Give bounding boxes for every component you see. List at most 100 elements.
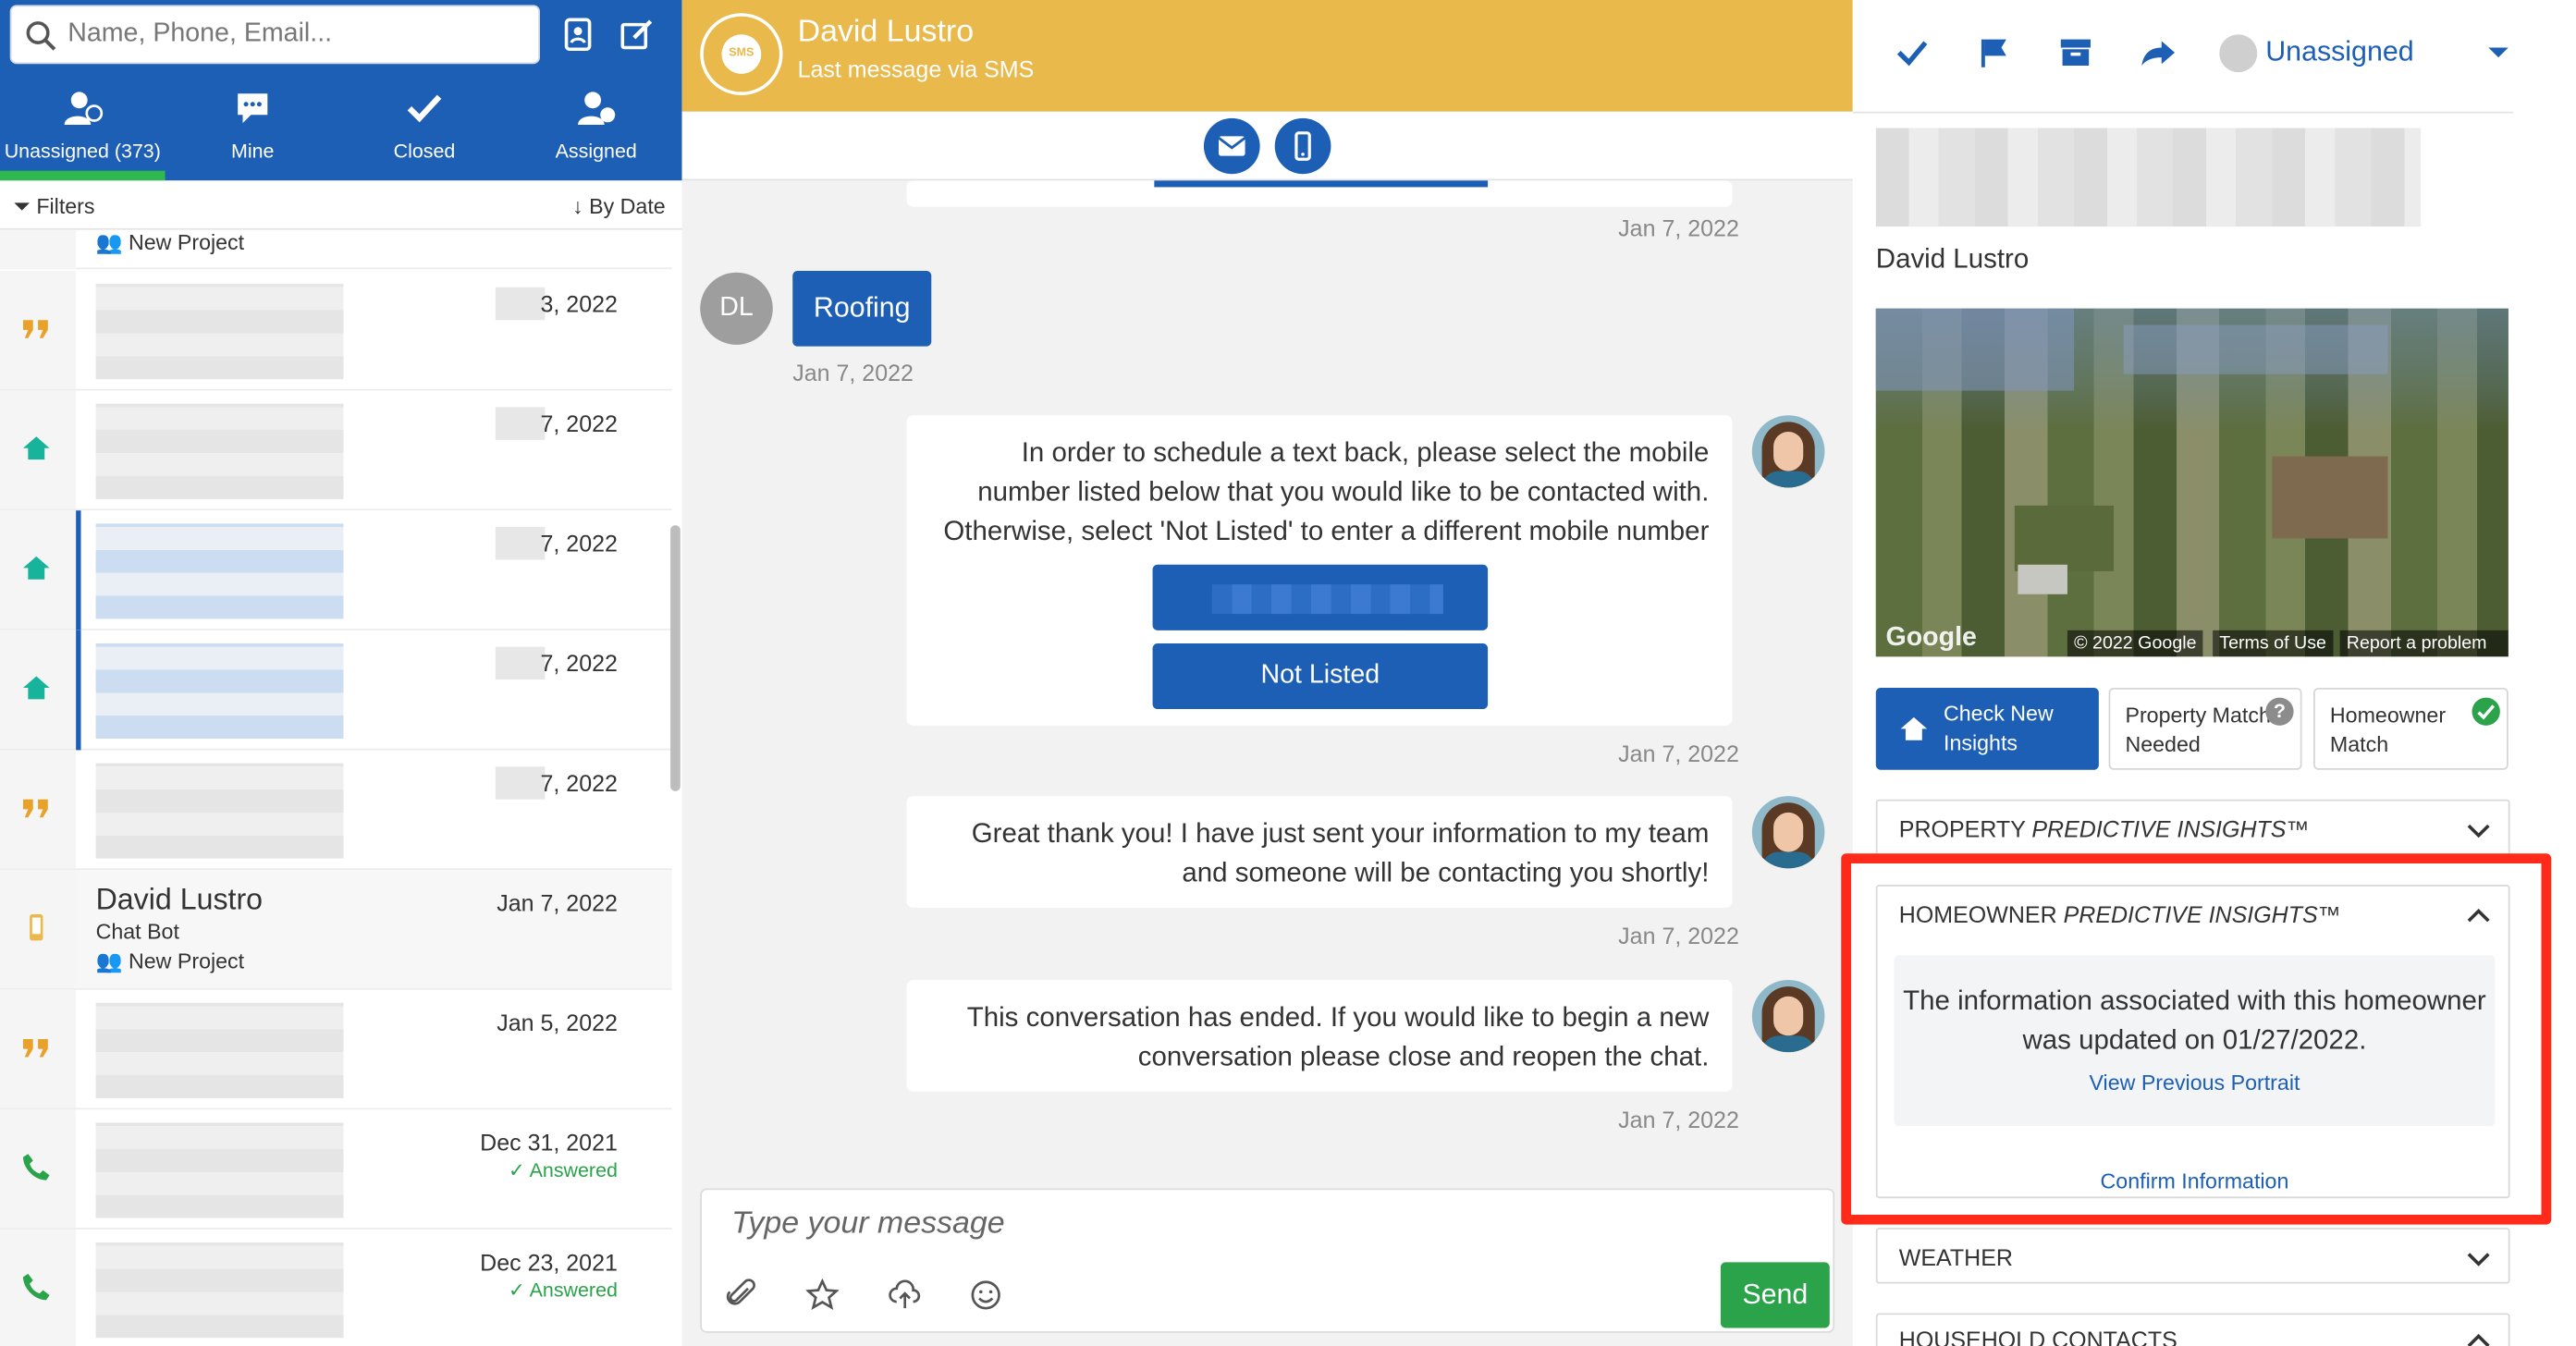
list-item[interactable]: Jan 5, 2022 [0, 989, 672, 1110]
divider [1852, 111, 2514, 114]
avatar [2219, 34, 2258, 73]
redacted-content [95, 1242, 344, 1339]
contact-name: David Lustro [95, 883, 264, 916]
contact-source: Chat Bot [95, 919, 179, 944]
home-icon [23, 676, 50, 700]
redacted-phone-number [1211, 584, 1443, 615]
filters-button[interactable]: ⏷ Filters [13, 194, 94, 220]
list-item-gutter [0, 1109, 77, 1229]
send-button[interactable]: Send [1720, 1262, 1830, 1328]
message-input[interactable]: Type your message [731, 1206, 1004, 1242]
phone-icon [23, 1273, 50, 1301]
check-icon[interactable] [1895, 36, 1929, 69]
property-insights-section[interactable]: PROPERTY PREDICTIVE INSIGHTS™ [1875, 799, 2510, 857]
homeowner-match-button[interactable]: Homeowner Match [2313, 687, 2509, 770]
redacted-content [95, 523, 344, 619]
google-logo: Google [1885, 623, 1977, 652]
channel-switcher [681, 111, 1853, 181]
email-channel-button[interactable] [1203, 117, 1260, 175]
message-composer: Type your message Send [700, 1188, 1835, 1333]
chat-header: SMS David Lustro Last message via SMS [681, 0, 1853, 112]
tab-assigned-label: Assigned [555, 139, 637, 163]
list-item[interactable]: 7, 2022 [0, 390, 672, 511]
redacted-content [495, 526, 546, 560]
conversation-date: Dec 31, 2021 [480, 1129, 618, 1156]
section-title-prefix: HOMEOWNER [1898, 900, 2064, 928]
bot-message-text: Great thank you! I have just sent your i… [971, 819, 1710, 888]
search-icon [26, 21, 56, 51]
redacted-content [95, 763, 344, 859]
mobile-icon [1294, 131, 1311, 161]
list-item-gutter [0, 229, 77, 270]
redacted-content [95, 284, 344, 380]
conversation-date: 7, 2022 [540, 769, 618, 797]
weather-section[interactable]: WEATHER [1875, 1228, 2510, 1284]
section-title: WEATHER [1898, 1243, 2013, 1271]
contact-name: David Lustro [1875, 244, 2030, 275]
bot-message: Great thank you! I have just sent your i… [906, 796, 1733, 908]
tab-unassigned-label: Unassigned (373) [4, 139, 161, 163]
selected-indicator [76, 630, 81, 751]
redacted-content [95, 1002, 344, 1098]
tab-unassigned[interactable]: Unassigned (373) [0, 85, 166, 177]
section-title-prefix: PROPERTY [1898, 815, 2032, 842]
answered-status: ✓ Answered [508, 1158, 618, 1182]
message-bubble [906, 180, 1733, 207]
search-input[interactable]: Name, Phone, Email... [67, 19, 332, 49]
emoji-icon[interactable] [969, 1279, 1002, 1312]
section-title[interactable]: HOMEOWNER PREDICTIVE INSIGHTS™ [1899, 901, 2341, 927]
tab-assigned[interactable]: Assigned [513, 85, 679, 177]
map-report-link[interactable]: Report a problem [2339, 630, 2509, 657]
chat-panel: SMS David Lustro Last message via SMS Ja… [681, 0, 1853, 1346]
search-box[interactable]: Name, Phone, Email... [9, 5, 540, 65]
confirm-information-link[interactable]: Confirm Information [1878, 1169, 2512, 1193]
update-message: The information associated with this hom… [1903, 986, 2486, 1056]
star-icon[interactable] [805, 1279, 840, 1312]
check-circle-icon [2472, 697, 2500, 726]
tab-mine[interactable]: Mine [170, 85, 336, 177]
view-previous-portrait-link[interactable]: View Previous Portrait [1894, 1071, 2495, 1095]
not-listed-button[interactable]: Not Listed [1152, 643, 1489, 710]
user-avatar: DL [700, 272, 773, 345]
assignee-dropdown[interactable]: Unassigned [2219, 33, 2513, 76]
chevron-down-icon [2467, 1253, 2490, 1266]
check-new-insights-label: Check New Insights [1944, 701, 2054, 755]
chevron-down-icon[interactable] [2487, 44, 2510, 61]
list-item[interactable]: 7, 2022 [0, 630, 672, 751]
redacted-content [495, 287, 546, 321]
property-match-button[interactable]: Property Match Needed ? [2108, 687, 2302, 770]
check-new-insights-button[interactable]: Check New Insights [1875, 687, 2099, 770]
list-item[interactable]: 3, 2022 [0, 270, 672, 391]
flag-icon[interactable] [1979, 36, 2012, 69]
paperclip-icon[interactable] [725, 1279, 758, 1312]
compose-icon[interactable] [619, 17, 656, 53]
section-title-italic: PREDICTIVE INSIGHTS™ [2063, 900, 2341, 928]
sort-by-date-button[interactable]: ↓ By Date [572, 194, 666, 219]
list-item-gutter [0, 630, 77, 749]
redacted-content [95, 643, 344, 740]
answered-status: ✓ Answered [508, 1279, 618, 1303]
list-item-gutter [0, 989, 77, 1108]
list-item-david-lustro[interactable]: David Lustro Chat Bot 👥 New Project Jan … [0, 870, 672, 990]
list-scrollbar[interactable] [670, 525, 681, 791]
filter-bar: ⏷ Filters ↓ By Date [0, 180, 682, 230]
archive-icon[interactable] [2059, 36, 2092, 69]
tab-closed[interactable]: Closed [342, 85, 508, 177]
map-terms-link[interactable]: Terms of Use [2213, 630, 2334, 657]
household-contacts-section[interactable]: HOUSEHOLD CONTACTS [1875, 1313, 2510, 1346]
phone-number-option-button[interactable] [1152, 564, 1489, 630]
sms-channel-button[interactable] [1274, 117, 1331, 175]
forward-icon[interactable] [2141, 36, 2177, 69]
cloud-upload-icon[interactable] [889, 1279, 922, 1312]
list-item[interactable]: Dec 23, 2021 ✓ Answered [0, 1229, 672, 1346]
chevron-up-icon[interactable] [2465, 903, 2492, 929]
answered-text: Answered [529, 1158, 618, 1182]
section-title: HOUSEHOLD CONTACTS [1898, 1326, 2177, 1346]
list-item[interactable]: 7, 2022 [0, 510, 672, 630]
property-map[interactable]: Google © 2022 Google Terms of Use Report… [1875, 308, 2509, 657]
sms-badge-text: SMS [721, 34, 762, 74]
list-item[interactable]: 👥 New Project [0, 229, 672, 270]
list-item[interactable]: Dec 31, 2021 ✓ Answered [0, 1109, 672, 1230]
contact-book-icon[interactable] [559, 17, 595, 53]
list-item[interactable]: 7, 2022 [0, 750, 672, 871]
